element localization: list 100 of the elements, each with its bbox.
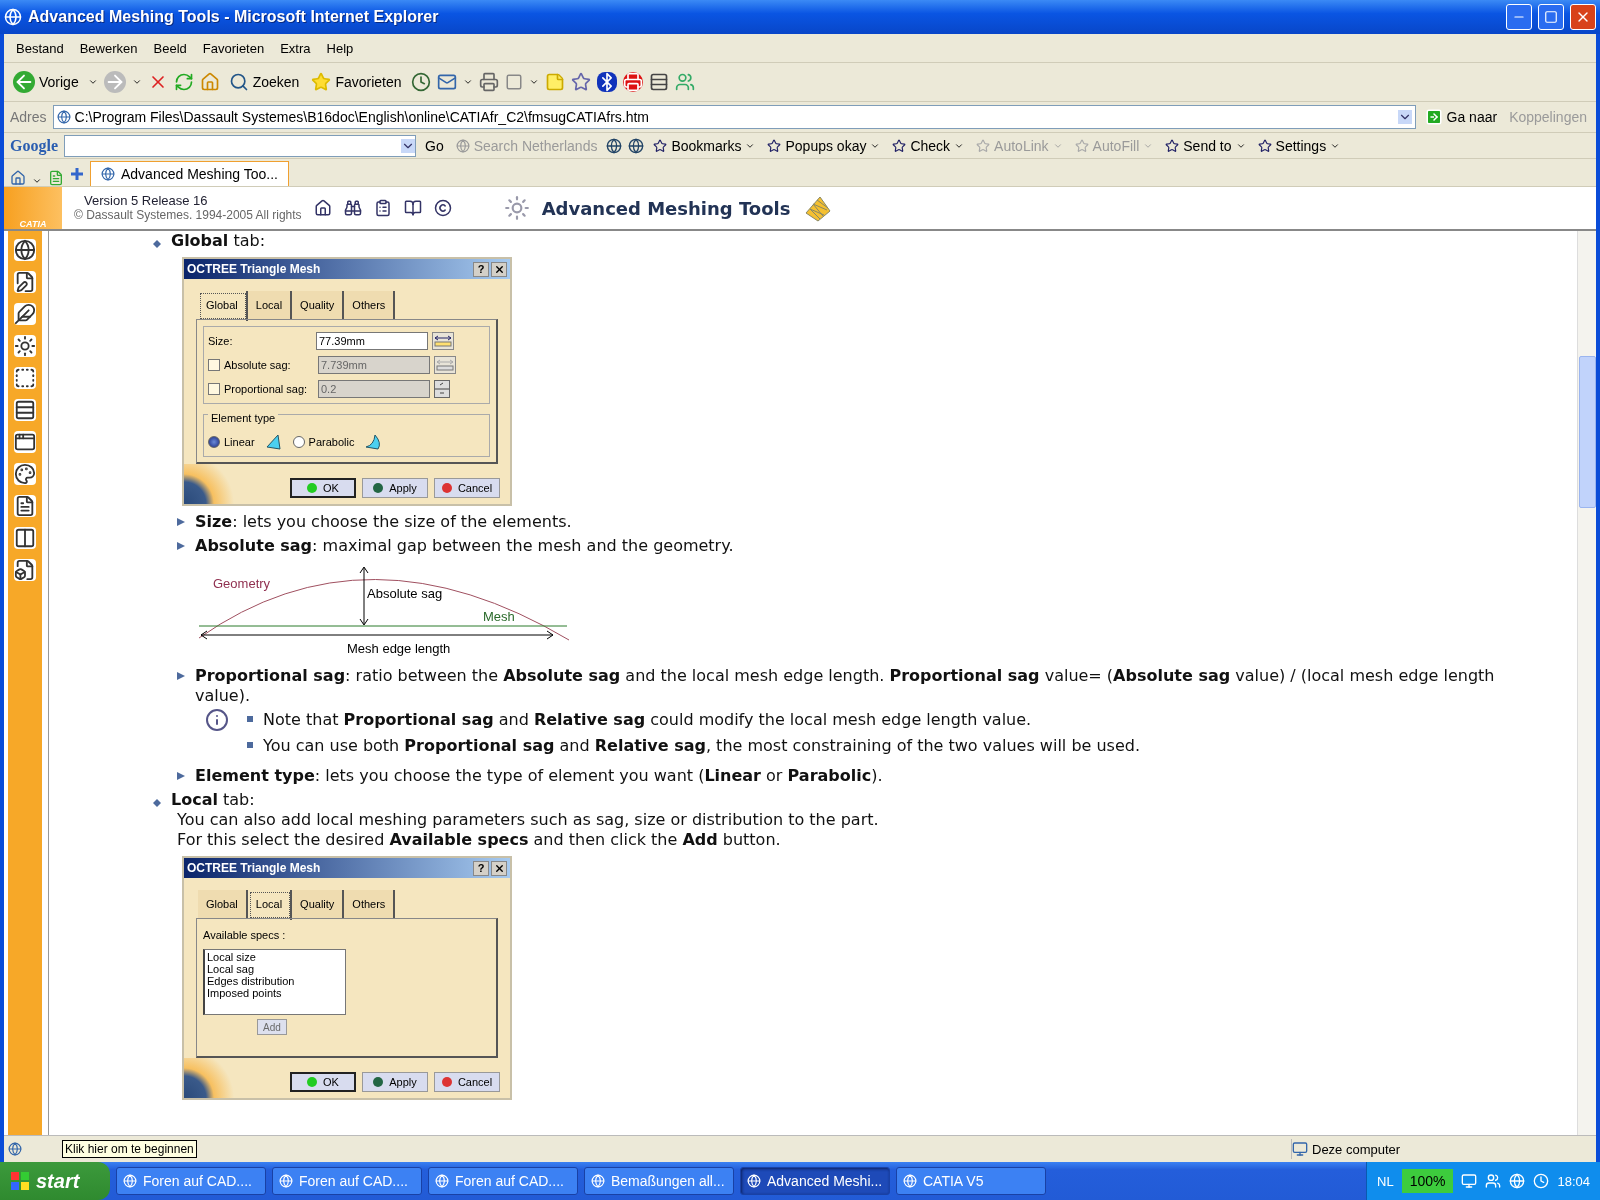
globe-icon[interactable] (628, 137, 645, 154)
binoculars-icon[interactable] (343, 199, 362, 217)
dialog-tab[interactable]: Local (247, 291, 293, 319)
search-button[interactable]: Zoeken (225, 70, 303, 94)
caret-icon[interactable] (462, 77, 473, 87)
printer-icon[interactable] (478, 72, 499, 92)
taskbar-button[interactable]: Foren auf CAD.... (272, 1167, 422, 1195)
menu-item[interactable]: Favorieten (196, 38, 271, 58)
taskbar-button[interactable]: Foren auf CAD.... (428, 1167, 578, 1195)
tray-icon[interactable] (1533, 1173, 1550, 1189)
close-button[interactable] (491, 860, 507, 876)
dialog-tab[interactable]: Global (198, 890, 248, 918)
dialog-tab[interactable]: Quality (292, 890, 345, 918)
mail-icon[interactable] (436, 72, 457, 92)
ruler-icon[interactable] (432, 332, 454, 350)
menu-item[interactable]: Bestand (10, 38, 70, 58)
taskbar-button[interactable]: Advanced Meshi... (740, 1167, 890, 1195)
taskbar-button[interactable]: Foren auf CAD.... (116, 1167, 266, 1195)
globe-icon[interactable] (14, 239, 36, 261)
sag-arrow (359, 566, 369, 626)
google-toolbar-button[interactable]: Popups okay (764, 135, 884, 156)
ball-icon (441, 1077, 452, 1087)
address-value: C:\Program Files\Dassault Systemes\B16doc\English\online\CATIAfr_C2\fmsugCATIAfrs.htm (74, 109, 651, 125)
ruler-icon[interactable] (434, 356, 456, 374)
address-field[interactable]: C:\Program Files\Dassault Systemes\B16doc\English\online\CATIAfr_C2\fmsugCATIAfrs.htm (52, 105, 1416, 129)
toolbar-item-icon (1165, 138, 1180, 153)
menu-item[interactable]: Bewerken (73, 38, 144, 58)
cancel-button[interactable]: Cancel (434, 1072, 500, 1092)
dialog-tab[interactable]: Global (198, 291, 248, 321)
dropdown-icon[interactable] (401, 138, 415, 153)
scroll-thumb[interactable] (1578, 356, 1596, 508)
sun-icon[interactable] (14, 335, 36, 357)
google-toolbar-button[interactable]: Send to (1162, 135, 1249, 156)
book-icon[interactable] (403, 199, 422, 217)
radio-button[interactable] (208, 436, 220, 448)
copyright-icon[interactable] (433, 199, 452, 217)
battery-indicator[interactable]: 100% (1401, 1169, 1454, 1193)
list-item[interactable]: Local size (207, 951, 343, 963)
tray-icon[interactable] (1485, 1173, 1502, 1189)
dialog-tab[interactable]: Others (344, 291, 396, 319)
radio-label: Parabolic (308, 435, 355, 450)
tray-icon[interactable] (1461, 1173, 1478, 1189)
google-toolbar-button[interactable]: Settings (1254, 135, 1344, 156)
google-toolbar-button[interactable]: Bookmarks (650, 135, 759, 156)
star-icon[interactable] (570, 72, 591, 92)
caret-icon[interactable] (87, 77, 98, 87)
cancel-button[interactable]: Cancel (434, 478, 500, 498)
dialog-tab[interactable]: Quality (292, 291, 345, 319)
taskbar-button[interactable]: CATIA V5 (896, 1167, 1046, 1195)
list-item[interactable]: Local sag (207, 963, 343, 975)
dashed-box-icon[interactable] (14, 367, 36, 389)
list-icon[interactable] (373, 199, 392, 217)
dialog-tab[interactable]: Others (344, 890, 396, 918)
back-button[interactable]: Vorige (10, 69, 82, 95)
favorites-button[interactable]: Favorieten (308, 70, 405, 94)
caret-icon[interactable] (32, 176, 42, 186)
apply-button[interactable]: Apply (362, 478, 428, 498)
caret-icon[interactable] (528, 77, 539, 87)
menu-item[interactable]: Beeld (147, 38, 193, 58)
close-button[interactable] (491, 261, 507, 277)
home-icon[interactable] (313, 199, 332, 217)
start-button[interactable]: start (0, 1162, 110, 1200)
feather-icon[interactable] (14, 303, 36, 325)
rows-icon[interactable] (14, 399, 36, 421)
dropdown-icon[interactable] (1397, 110, 1412, 124)
list-item[interactable]: Edges distribution (207, 975, 343, 987)
google-search-field[interactable] (64, 134, 416, 157)
bullet-text: Size: lets you choose the size of the elements. (195, 512, 572, 532)
size-field[interactable]: 77.39mm (316, 332, 428, 350)
ok-button[interactable]: OK (290, 478, 356, 498)
maximize-button[interactable] (1538, 4, 1564, 30)
caret-icon[interactable] (131, 77, 142, 87)
drawing-icon[interactable] (14, 271, 36, 293)
menu-item[interactable]: Help (320, 38, 360, 58)
browser-tab[interactable]: Advanced Meshing Too... (90, 161, 289, 186)
tray-icon[interactable] (1509, 1173, 1526, 1189)
google-toolbar-button[interactable]: Check (889, 135, 968, 156)
window-icon[interactable] (14, 431, 36, 453)
columns-icon[interactable] (14, 527, 36, 549)
help-button[interactable]: ? (473, 261, 489, 277)
go-button[interactable]: Ga naar (1421, 106, 1501, 128)
palette-icon[interactable] (14, 463, 36, 485)
file-icon[interactable] (14, 559, 36, 581)
close-icon (493, 263, 505, 275)
bullet-icon (153, 799, 161, 807)
menu-item[interactable]: Extra (274, 38, 317, 58)
document-icon[interactable] (14, 495, 36, 517)
taskbar-button[interactable]: Bemaßungen all... (584, 1167, 734, 1195)
minimize-button[interactable] (1506, 4, 1532, 30)
list-item[interactable]: Imposed points (207, 987, 343, 999)
history-icon[interactable] (410, 72, 431, 92)
globe-icon[interactable] (606, 137, 623, 154)
apply-button[interactable]: Apply (362, 1072, 428, 1092)
bluetooth-icon[interactable] (596, 72, 617, 92)
help-button[interactable]: ? (473, 860, 489, 876)
scrollbar[interactable] (1577, 231, 1596, 1135)
go-button[interactable]: Go (422, 135, 447, 156)
spinner-icon[interactable] (434, 380, 450, 398)
ok-button[interactable]: OK (290, 1072, 356, 1092)
radio-button[interactable] (292, 436, 305, 448)
